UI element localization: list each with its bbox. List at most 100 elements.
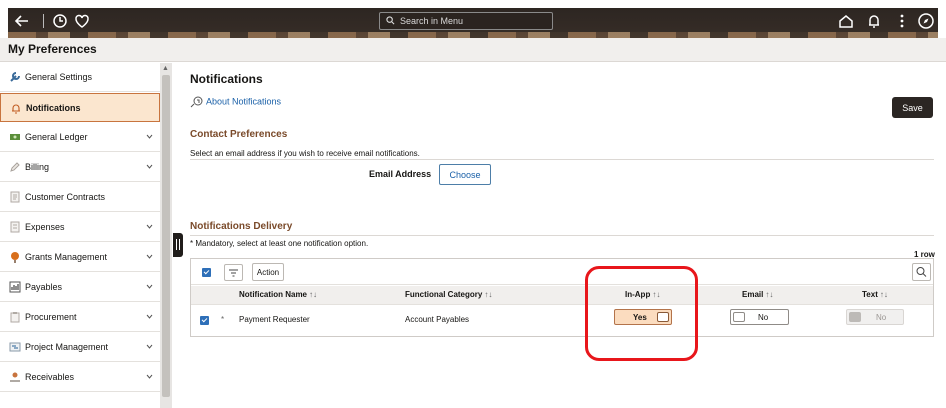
scroll-up-arrow-icon[interactable]: ▲: [162, 65, 169, 72]
page-title-bar: My Preferences: [0, 38, 946, 62]
scrollbar-thumb[interactable]: [162, 75, 170, 397]
about-link-text[interactable]: About Notifications: [206, 96, 281, 106]
col-header-email[interactable]: Email ↑↓: [742, 290, 773, 299]
ledger-money-icon: [10, 134, 20, 140]
collapse-panel-handle[interactable]: [173, 233, 183, 257]
email-toggle[interactable]: No: [730, 309, 789, 325]
sidebar-item-procurement[interactable]: Procurement: [0, 303, 160, 332]
contact-preferences-title: Contact Preferences: [190, 129, 288, 140]
sort-arrows-icon[interactable]: ↑↓: [880, 290, 888, 299]
toggle-label: No: [758, 313, 769, 322]
sort-arrows-icon[interactable]: ↑↓: [484, 290, 492, 299]
chevron-down-icon: [146, 224, 153, 229]
table-header-row: Notification Name ↑↓ Functional Category ↑…: [191, 286, 933, 305]
procurement-clipboard-icon: [10, 312, 20, 323]
sidebar-item-label: Billing: [25, 162, 50, 172]
required-asterisk: *: [221, 315, 225, 324]
favorites-heart-icon[interactable]: [72, 11, 92, 31]
notifications-bell-icon[interactable]: [864, 11, 884, 31]
notifications-delivery-title: Notifications Delivery: [190, 221, 293, 232]
filter-button[interactable]: [224, 264, 243, 281]
notifications-table: Action Notification Name ↑↓ Functional Ca…: [190, 258, 934, 337]
sidebar-item-receivables[interactable]: Receivables: [0, 363, 160, 392]
sidebar-scrollbar[interactable]: ▲: [160, 63, 172, 408]
global-header: Search in Menu: [8, 8, 938, 38]
chevron-down-icon: [146, 344, 153, 349]
chevron-down-icon: [146, 254, 153, 259]
project-gantt-icon: [9, 342, 21, 352]
sort-arrows-icon[interactable]: ↑↓: [309, 290, 317, 299]
billing-pencil-icon: [10, 162, 20, 172]
select-all-checkbox[interactable]: [202, 268, 211, 277]
toggle-knob: [733, 312, 745, 322]
collapse-grip-icon: [176, 239, 177, 250]
sidebar-item-label: Procurement: [25, 312, 77, 322]
sidebar-item-label: Payables: [25, 282, 63, 292]
sidebar-item-customer-contracts[interactable]: Customer Contracts: [0, 183, 160, 212]
sidebar-item-label: Receivables: [25, 372, 75, 382]
choose-email-button[interactable]: Choose: [439, 164, 491, 185]
col-header-label: Email: [742, 290, 764, 299]
sidebar-item-payables[interactable]: Payables: [0, 273, 160, 302]
action-button[interactable]: Action: [252, 263, 284, 281]
text-toggle: No: [846, 309, 904, 325]
col-header-label: Notification Name: [239, 290, 308, 299]
save-button[interactable]: Save: [892, 97, 933, 118]
mandatory-note: * Mandatory, select at least one notific…: [190, 239, 369, 248]
col-header-functional-category[interactable]: Functional Category ↑↓: [405, 290, 492, 299]
row-select-checkbox[interactable]: [200, 316, 209, 325]
contract-document-icon: [10, 191, 20, 203]
back-arrow-icon[interactable]: [12, 11, 32, 31]
chevron-down-icon: [146, 284, 153, 289]
recent-clock-icon[interactable]: [50, 11, 70, 31]
filter-lines-icon: [229, 269, 238, 277]
header-separator: [43, 14, 44, 28]
sidebar-item-label: Expenses: [25, 222, 65, 232]
divider: [190, 235, 934, 236]
chevron-down-icon: [146, 374, 153, 379]
divider: [190, 159, 934, 160]
sidebar-item-project-management[interactable]: Project Management: [0, 333, 160, 362]
chevron-down-icon: [146, 164, 153, 169]
sidebar-item-general-ledger[interactable]: General Ledger: [0, 123, 160, 152]
col-header-text[interactable]: Text ↑↓: [862, 290, 888, 299]
sidebar-item-label: Notifications: [26, 103, 81, 113]
sort-arrows-icon[interactable]: ↑↓: [765, 290, 773, 299]
settings-wrench-icon: [10, 72, 20, 82]
chevron-down-icon: [146, 314, 153, 319]
toggle-label: No: [876, 313, 887, 322]
sidebar-item-billing[interactable]: Billing: [0, 153, 160, 182]
expenses-receipt-icon: [10, 221, 20, 233]
toggle-knob: [849, 312, 861, 322]
search-menu-input[interactable]: Search in Menu: [379, 12, 553, 30]
sidebar-item-label: General Ledger: [25, 132, 88, 142]
contact-preferences-hint: Select an email address if you wish to r…: [190, 149, 420, 158]
col-header-label: Functional Category: [405, 290, 483, 299]
sidebar-item-general-settings[interactable]: General Settings: [0, 63, 160, 92]
search-icon: [386, 16, 395, 25]
search-icon: [916, 267, 927, 277]
chevron-down-icon: [146, 134, 153, 139]
sidebar-item-expenses[interactable]: Expenses: [0, 213, 160, 242]
sidebar-item-label: Project Management: [25, 342, 109, 352]
more-actions-icon[interactable]: [892, 11, 912, 31]
sidebar-item-label: Grants Management: [25, 252, 108, 262]
functional-category-cell: Account Payables: [405, 315, 470, 324]
grants-pin-icon: [11, 252, 19, 263]
receivables-hand-icon: [10, 372, 20, 382]
main-content: Notifications About Notifications Save C…: [190, 63, 936, 408]
about-notifications-link[interactable]: About Notifications: [190, 96, 281, 108]
col-header-notification-name[interactable]: Notification Name ↑↓: [239, 290, 317, 299]
sidebar-item-notifications[interactable]: Notifications: [0, 93, 160, 122]
table-toolbar: Action: [191, 259, 933, 285]
home-icon[interactable]: [836, 11, 856, 31]
sidebar-item-grants-management[interactable]: Grants Management: [0, 243, 160, 272]
sidebar-item-label: General Settings: [25, 72, 93, 82]
col-header-label: Text: [862, 290, 878, 299]
find-button[interactable]: [912, 263, 931, 281]
in-app-highlight-annotation: [585, 266, 698, 361]
email-address-label: Email Address: [369, 169, 432, 179]
navigator-compass-icon[interactable]: [916, 11, 936, 31]
notification-name-cell: Payment Requester: [239, 315, 310, 324]
help-bubble-icon: [190, 96, 203, 108]
